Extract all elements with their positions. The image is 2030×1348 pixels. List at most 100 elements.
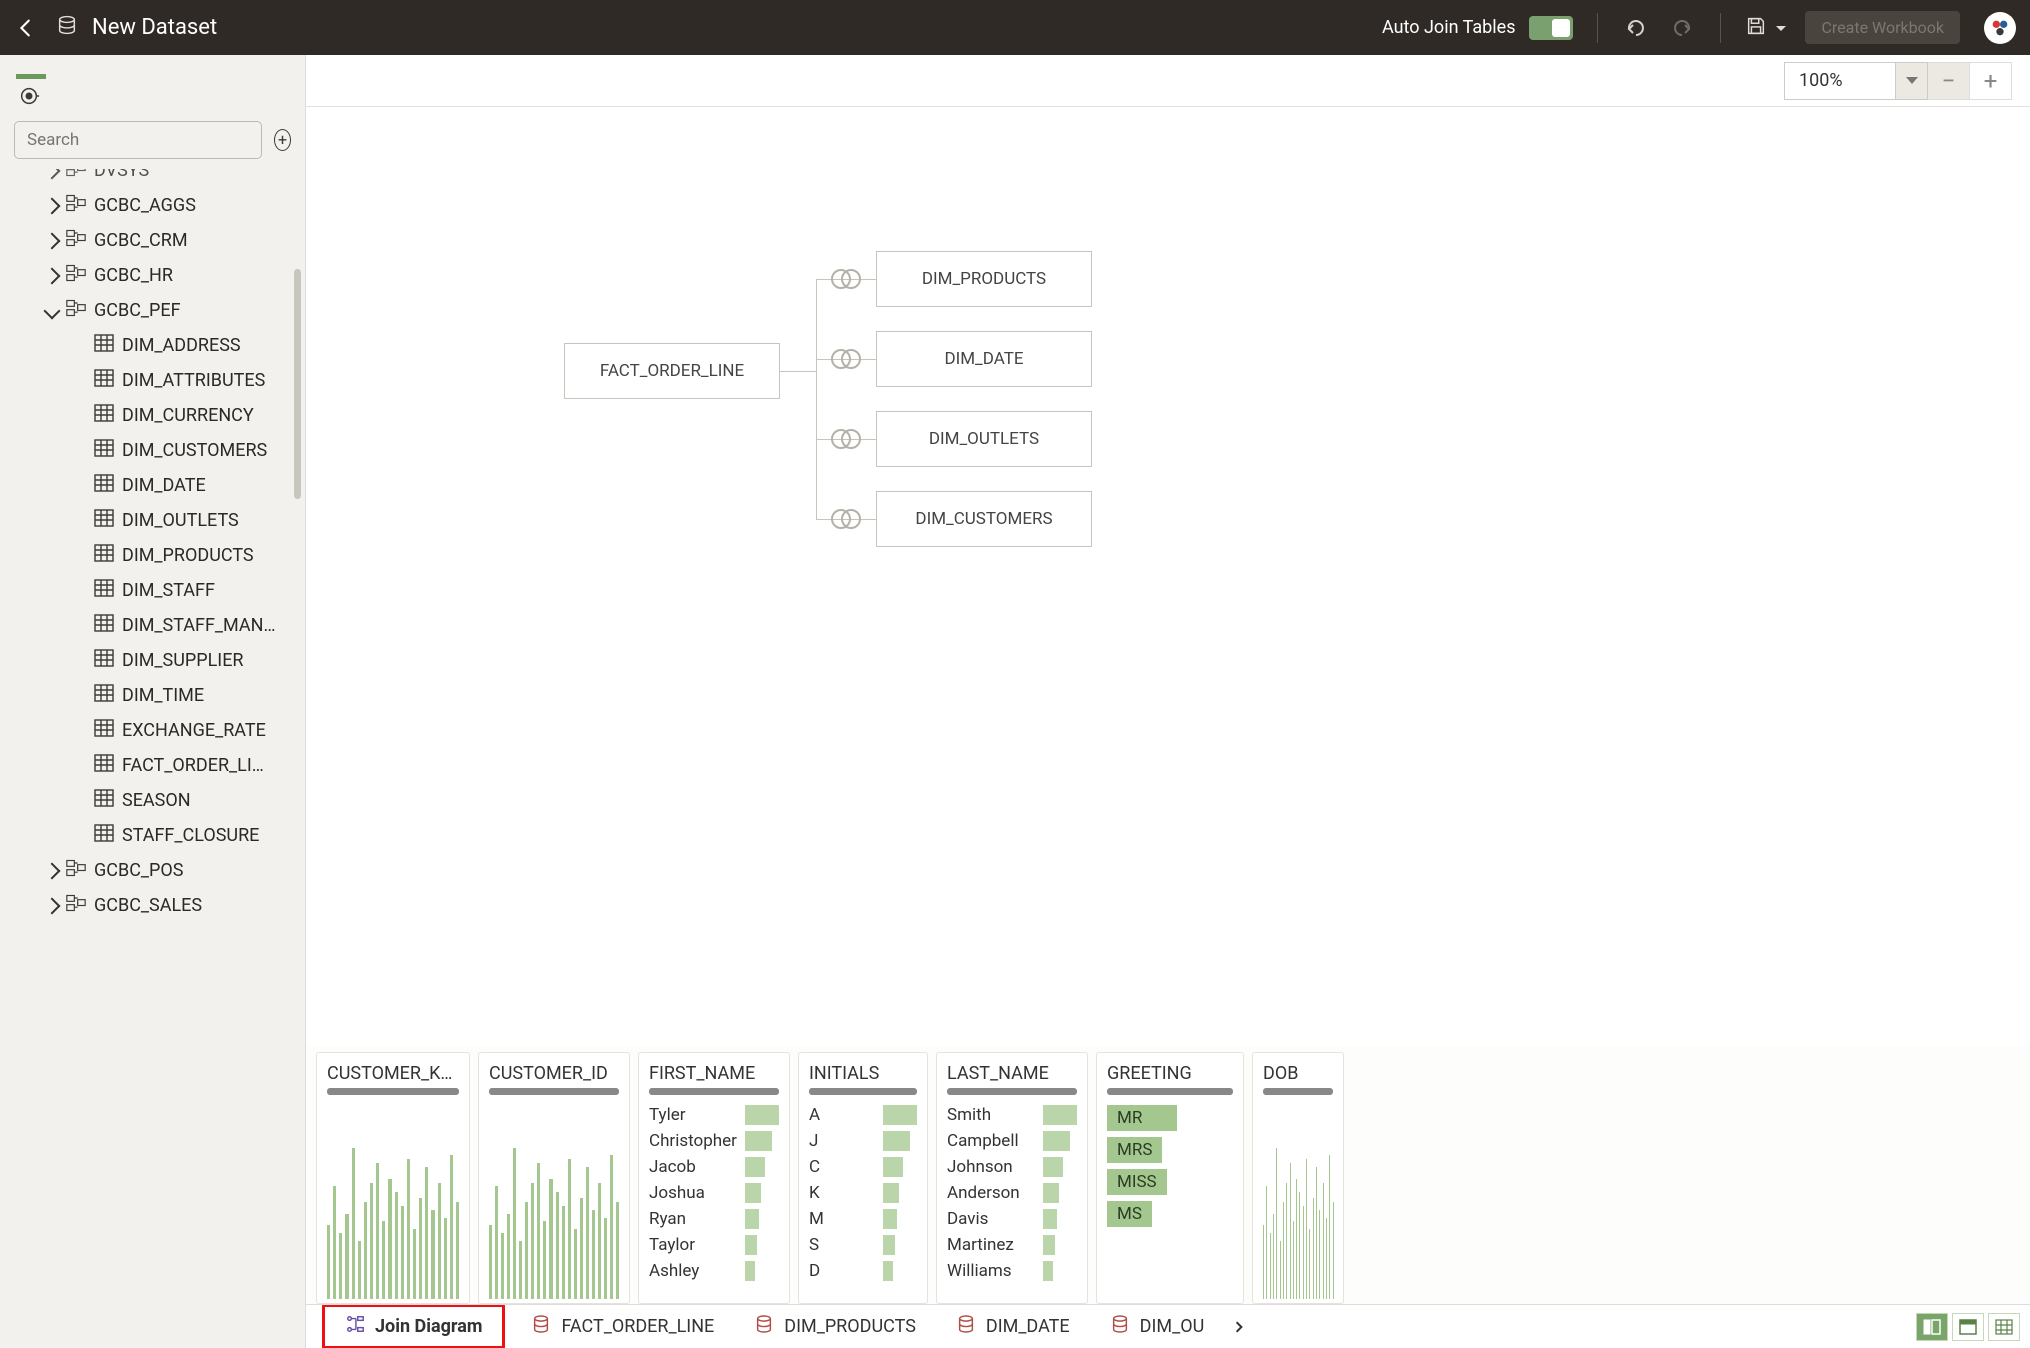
tabs-overflow-button[interactable] — [1224, 1319, 1254, 1335]
join-icon[interactable] — [828, 428, 864, 450]
layout-split-button[interactable] — [1916, 1313, 1948, 1341]
profile-card[interactable]: LAST_NAMESmithCampbellJohnsonAndersonDav… — [936, 1052, 1088, 1304]
database-icon — [754, 1314, 774, 1339]
join-diagram-canvas[interactable]: FACT_ORDER_LINE DIM_PRODUCTS DIM_DATE DIM_O… — [306, 107, 2030, 1046]
tab-label: FACT_ORDER_LINE — [561, 1316, 714, 1337]
schema-icon — [66, 194, 86, 217]
tab-table[interactable]: DIM_DATE — [936, 1307, 1090, 1346]
save-menu[interactable] — [1745, 15, 1787, 41]
scrollbar-thumb[interactable] — [294, 269, 301, 499]
table-node[interactable]: STAFF_CLOSURE — [0, 818, 305, 853]
table-node[interactable]: DIM_STAFF — [0, 573, 305, 608]
value-badges: MRMRSMISSMS — [1107, 1105, 1233, 1303]
dim-table-node[interactable]: DIM_OUTLETS — [876, 411, 1092, 467]
profile-card[interactable]: INITIALSAJCKMSD — [798, 1052, 928, 1304]
column-name: CUSTOMER_ID — [489, 1063, 619, 1084]
column-profile-panel: CUSTOMER_KEY CUSTOMER_ID FIRST_NAMETylerCh… — [306, 1046, 2030, 1304]
schema-node[interactable]: GCBC_POS — [0, 853, 305, 888]
tab-table[interactable]: DIM_OU — [1090, 1307, 1225, 1346]
redo-button — [1668, 14, 1696, 42]
table-node[interactable]: DIM_OUTLETS — [0, 503, 305, 538]
join-icon[interactable] — [828, 348, 864, 370]
value-list: AJCKMSD — [809, 1105, 877, 1303]
table-icon — [94, 719, 114, 742]
table-node[interactable]: DIM_CUSTOMERS — [0, 433, 305, 468]
table-node[interactable]: EXCHANGE_RATE — [0, 713, 305, 748]
chevron-down-icon — [1895, 63, 1927, 99]
table-icon — [94, 649, 114, 672]
schema-icon — [66, 169, 86, 182]
table-label: EXCHANGE_RATE — [122, 720, 266, 741]
table-label: FACT_ORDER_LI… — [122, 755, 264, 776]
table-label: SEASON — [122, 790, 191, 811]
profile-card[interactable]: DOB — [1252, 1052, 1344, 1304]
schema-label: GCBC_HR — [94, 265, 173, 286]
search-input[interactable] — [14, 121, 262, 159]
profile-card[interactable]: CUSTOMER_KEY — [316, 1052, 470, 1304]
table-node[interactable]: DIM_TIME — [0, 678, 305, 713]
layout-full-button[interactable] — [1952, 1313, 1984, 1341]
schema-label: GCBC_CRM — [94, 230, 188, 251]
schema-node[interactable]: GCBC_SALES — [0, 888, 305, 923]
dim-table-node[interactable]: DIM_DATE — [876, 331, 1092, 387]
table-node[interactable]: DIM_ADDRESS — [0, 328, 305, 363]
back-button[interactable] — [14, 16, 38, 40]
dim-table-node[interactable]: DIM_PRODUCTS — [876, 251, 1092, 307]
auto-join-toggle[interactable] — [1529, 16, 1573, 40]
table-node[interactable]: DIM_SUPPLIER — [0, 643, 305, 678]
table-label: STAFF_CLOSURE — [122, 825, 259, 846]
column-name: CUSTOMER_KEY — [327, 1063, 459, 1084]
layout-grid-button[interactable] — [1988, 1313, 2020, 1341]
fact-table-node[interactable]: FACT_ORDER_LINE — [564, 343, 780, 399]
tab-table[interactable]: FACT_ORDER_LINE — [511, 1307, 734, 1346]
schema-node[interactable]: GCBC_CRM — [0, 223, 305, 258]
zoom-in-button[interactable]: + — [1970, 62, 2012, 100]
undo-button[interactable] — [1622, 14, 1650, 42]
add-connection-button[interactable]: + — [274, 129, 291, 151]
table-icon — [94, 334, 114, 357]
schema-node[interactable]: GCBC_AGGS — [0, 188, 305, 223]
table-node[interactable]: FACT_ORDER_LI… — [0, 748, 305, 783]
table-label: DIM_CURRENCY — [122, 405, 254, 426]
zoom-out-button[interactable]: − — [1928, 62, 1970, 100]
zoom-dropdown[interactable]: 100% — [1784, 62, 1928, 100]
tab-table[interactable]: DIM_PRODUCTS — [734, 1307, 936, 1346]
connections-icon[interactable] — [18, 85, 40, 111]
tab-join-diagram[interactable]: Join Diagram — [322, 1304, 505, 1348]
histogram — [1263, 1105, 1333, 1303]
dataset-icon — [56, 14, 78, 42]
brand-logo[interactable] — [1984, 12, 2016, 44]
tab-label: DIM_DATE — [986, 1316, 1070, 1337]
join-icon[interactable] — [828, 268, 864, 290]
zoom-value: 100% — [1785, 70, 1895, 91]
schema-node[interactable]: GCBC_PEF — [0, 293, 305, 328]
schema-tree[interactable]: DVSYSGCBC_AGGSGCBC_CRMGCBC_HRGCBC_PEFDIM… — [0, 169, 305, 1348]
table-icon — [94, 369, 114, 392]
column-name: LAST_NAME — [947, 1063, 1077, 1084]
schema-label: GCBC_POS — [94, 860, 183, 881]
table-node[interactable]: DIM_PRODUCTS — [0, 538, 305, 573]
schema-node[interactable]: GCBC_HR — [0, 258, 305, 293]
table-icon — [94, 544, 114, 567]
table-node[interactable]: SEASON — [0, 783, 305, 818]
table-node[interactable]: DIM_CURRENCY — [0, 398, 305, 433]
value-bars — [1043, 1105, 1077, 1303]
profile-card[interactable]: FIRST_NAMETylerChristopherJacobJoshuaRya… — [638, 1052, 790, 1304]
table-icon — [94, 684, 114, 707]
table-icon — [94, 509, 114, 532]
table-icon — [94, 789, 114, 812]
column-name: GREETING — [1107, 1063, 1233, 1084]
table-node[interactable]: DIM_DATE — [0, 468, 305, 503]
table-label: DIM_TIME — [122, 685, 204, 706]
table-node[interactable]: DIM_ATTRIBUTES — [0, 363, 305, 398]
table-icon — [94, 614, 114, 637]
column-name: DOB — [1263, 1063, 1333, 1084]
dim-table-node[interactable]: DIM_CUSTOMERS — [876, 491, 1092, 547]
profile-card[interactable]: GREETING MRMRSMISSMS — [1096, 1052, 1244, 1304]
data-panel: + DVSYSGCBC_AGGSGCBC_CRMGCBC_HRGCBC_PEFD… — [0, 55, 306, 1348]
profile-card[interactable]: CUSTOMER_ID — [478, 1052, 630, 1304]
expand-caret-icon — [44, 862, 61, 879]
schema-node[interactable]: DVSYS — [0, 169, 305, 188]
join-icon[interactable] — [828, 508, 864, 530]
table-node[interactable]: DIM_STAFF_MAN… — [0, 608, 305, 643]
